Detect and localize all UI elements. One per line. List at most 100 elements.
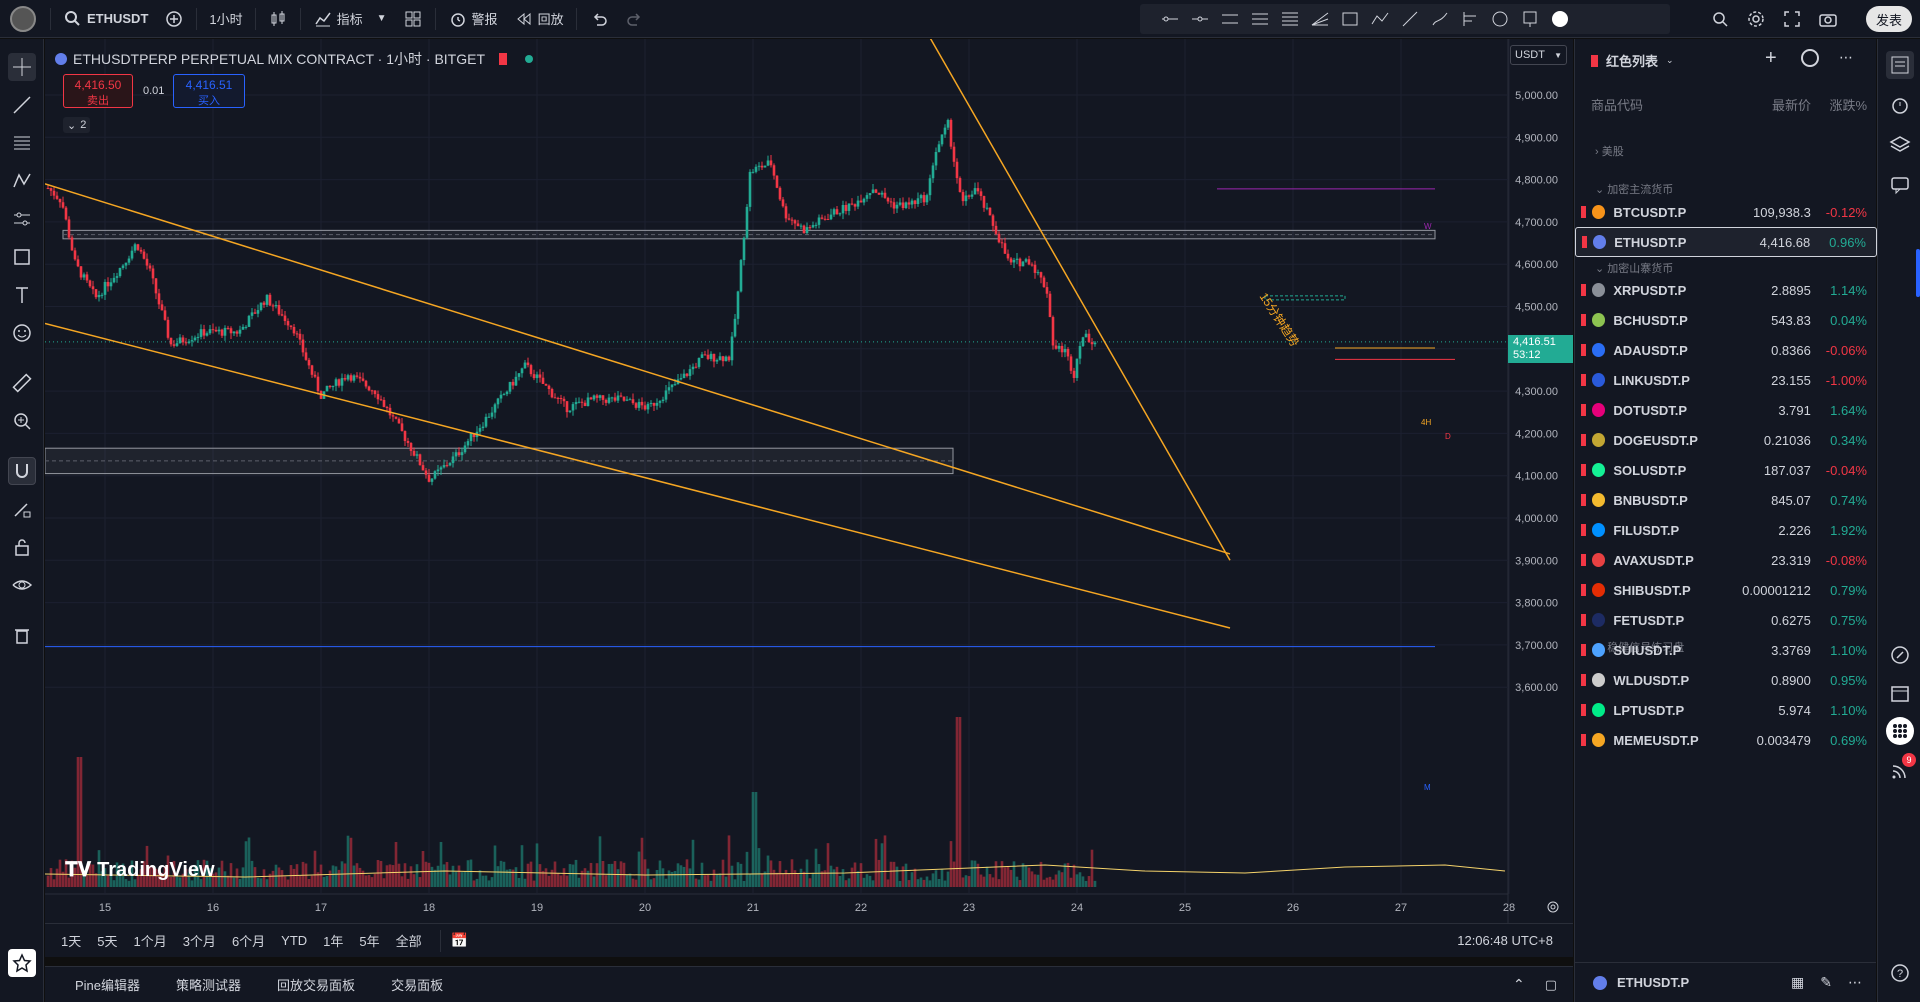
more-options-icon[interactable]: ⋯ <box>1848 974 1862 991</box>
horizontal-line-icon[interactable] <box>1190 9 1210 29</box>
timeframe-button[interactable]: 全部 <box>388 931 430 950</box>
flag-icon[interactable] <box>1581 344 1586 356</box>
flag-icon[interactable] <box>1581 584 1586 596</box>
horizontal-ray-icon[interactable] <box>1160 9 1180 29</box>
timeframe-button[interactable]: 6个月 <box>224 931 273 950</box>
user-avatar[interactable] <box>0 0 46 38</box>
flag-icon[interactable] <box>1581 704 1586 716</box>
flag-icon[interactable] <box>1581 374 1586 386</box>
calendar-toggle[interactable] <box>1886 679 1914 707</box>
trend-line-tool[interactable] <box>8 91 36 119</box>
flag-icon[interactable] <box>1581 554 1586 566</box>
zoom-tool[interactable] <box>8 407 36 435</box>
hide-drawings-tool[interactable] <box>8 571 36 599</box>
layouts-button[interactable] <box>395 0 431 38</box>
watchlist-row[interactable]: FETUSDT.P 0.6275 0.75% <box>1575 605 1877 635</box>
watchlist-row[interactable]: BNBUSDT.P 845.07 0.74% <box>1575 485 1877 515</box>
sidebar-scroll-indicator[interactable] <box>1916 249 1920 297</box>
flag-icon[interactable] <box>1581 464 1586 476</box>
chats-toggle[interactable] <box>1886 171 1914 199</box>
alerts-toggle[interactable] <box>1886 91 1914 119</box>
flag-icon[interactable] <box>1581 284 1586 296</box>
timeframe-button[interactable]: 1天 <box>53 931 89 950</box>
chevron-up-icon[interactable]: ⌃ <box>1513 976 1525 993</box>
remove-drawings-tool[interactable] <box>8 621 36 649</box>
chart-type-button[interactable] <box>260 0 296 38</box>
flag-icon[interactable] <box>1581 644 1586 656</box>
col-price[interactable]: 最新价 <box>1741 95 1811 114</box>
panel-tab[interactable]: Pine编辑器 <box>57 975 158 994</box>
quick-search-icon[interactable] <box>1710 9 1730 29</box>
shapes-tool[interactable] <box>8 243 36 271</box>
chevron-down-icon[interactable]: ▼ <box>377 13 387 24</box>
chart-pane[interactable]: 5,000.00 4,900.00 4,800.00 4,700.00 4,600.00… <box>45 39 1573 947</box>
timeframe-button[interactable]: 1个月 <box>125 931 174 950</box>
magnet-tool[interactable] <box>8 457 36 485</box>
calendar-goto-icon[interactable]: 📅 <box>451 932 468 949</box>
watchlist-row[interactable]: ADAUSDT.P 0.8366 -0.06% <box>1575 335 1877 365</box>
watchlist-header[interactable]: 红色列表 ⌄ <box>1591 51 1674 70</box>
compare-add-button[interactable] <box>156 0 192 38</box>
flag-icon[interactable] <box>1581 614 1586 626</box>
sell-button[interactable]: 4,416.50 卖出 <box>63 74 133 108</box>
flag-icon[interactable] <box>1581 206 1586 218</box>
watchlist-row[interactable]: WLDUSDT.P 0.8900 0.95% <box>1575 665 1877 695</box>
flag-icon[interactable] <box>1581 674 1586 686</box>
long-position-icon[interactable] <box>1460 9 1480 29</box>
timeframe-button[interactable]: 5年 <box>351 931 387 950</box>
fullscreen-icon[interactable] <box>1782 9 1802 29</box>
notifications-toggle[interactable]: 9 <box>1886 753 1916 785</box>
flag-icon[interactable] <box>1581 524 1586 536</box>
flag-icon[interactable] <box>499 53 508 65</box>
publish-button[interactable]: 发表 <box>1866 6 1912 32</box>
watchlist-row[interactable]: BTCUSDT.P 109,938.3 -0.12% <box>1575 197 1877 227</box>
favorites-tool[interactable] <box>8 949 36 977</box>
timeframe-button[interactable]: 5天 <box>89 931 125 950</box>
fib-retracement-icon[interactable] <box>1280 9 1300 29</box>
more-options-icon[interactable]: ⋯ <box>1839 49 1853 66</box>
timeframe-button[interactable]: YTD <box>273 933 315 948</box>
redo-button[interactable] <box>617 0 653 38</box>
pattern-tool[interactable] <box>8 167 36 195</box>
rectangle-icon[interactable] <box>1340 9 1360 29</box>
flag-icon[interactable] <box>1581 734 1586 746</box>
edit-icon[interactable]: ✎ <box>1820 974 1832 991</box>
stay-drawing-tool[interactable] <box>8 495 36 523</box>
watchlist-section[interactable]: ⌄ 加密山寨货币 <box>1595 260 1673 276</box>
flag-icon[interactable] <box>1582 236 1587 248</box>
panel-tab[interactable]: 策略测试器 <box>158 975 259 994</box>
panel-tab[interactable]: 交易面板 <box>373 975 461 994</box>
path-icon[interactable] <box>1370 9 1390 29</box>
regression-channel-icon[interactable] <box>1250 9 1270 29</box>
chart-settings-icon[interactable] <box>1545 899 1561 915</box>
interval-button[interactable]: 1小时 <box>201 0 250 38</box>
indicator-collapse-toggle[interactable]: ⌄ 2 <box>63 117 91 133</box>
grid-view-icon[interactable]: ▦ <box>1791 974 1804 991</box>
ruler-tool[interactable] <box>8 369 36 397</box>
trend-line-icon[interactable] <box>1400 9 1420 29</box>
trading-toggle[interactable] <box>1886 641 1914 669</box>
watchlist-section[interactable]: ⌄ 加密主流货币 <box>1595 181 1673 197</box>
watchlist-row[interactable]: XRPUSDT.P 2.8895 1.14% <box>1575 275 1877 305</box>
crosshair-tool[interactable] <box>8 53 36 81</box>
products-toggle[interactable] <box>1886 717 1914 745</box>
advanced-view-icon[interactable] <box>1801 49 1819 67</box>
forecast-tool[interactable] <box>8 205 36 233</box>
watchlist-row[interactable]: SUIUSDT.P 3.3769 1.10% <box>1575 635 1877 665</box>
parallel-channel-icon[interactable] <box>1220 9 1240 29</box>
watchlist-row[interactable]: SOLUSDT.P 187.037 -0.04% <box>1575 455 1877 485</box>
maximize-panel-icon[interactable]: ▢ <box>1545 977 1557 993</box>
emoji-tool[interactable] <box>8 319 36 347</box>
flag-icon[interactable] <box>1581 494 1586 506</box>
watchlist-toggle[interactable] <box>1886 51 1914 79</box>
lock-drawings-tool[interactable] <box>8 533 36 561</box>
settings-gear-icon[interactable] <box>1746 9 1766 29</box>
settings-badge-icon[interactable] <box>1550 9 1570 29</box>
panel-tab[interactable]: 回放交易面板 <box>259 975 373 994</box>
watchlist-row[interactable]: MEMEUSDT.P 0.003479 0.69% <box>1575 725 1877 755</box>
timeframe-button[interactable]: 1年 <box>315 931 351 950</box>
watchlist-row[interactable]: DOTUSDT.P 3.791 1.64% <box>1575 395 1877 425</box>
watchlist-row[interactable]: AVAXUSDT.P 23.319 -0.08% <box>1575 545 1877 575</box>
watchlist-row[interactable]: LPTUSDT.P 5.974 1.10% <box>1575 695 1877 725</box>
camera-icon[interactable] <box>1818 9 1838 29</box>
